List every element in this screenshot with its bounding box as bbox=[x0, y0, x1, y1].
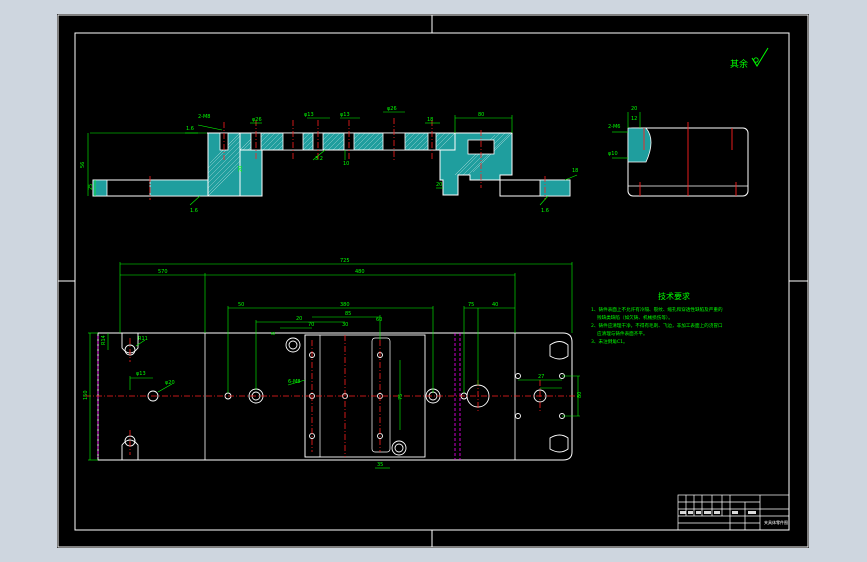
cad-viewport[interactable]: 其余 2-M8 φ26 φ13 φ13 φ26 80 56 18 18 25 2… bbox=[0, 0, 867, 562]
svg-text:570: 570 bbox=[158, 269, 168, 275]
svg-text:6-M8: 6-M8 bbox=[288, 379, 300, 385]
svg-text:3.2: 3.2 bbox=[315, 156, 323, 162]
svg-text:8: 8 bbox=[271, 332, 277, 335]
tech-line-4: 应清理与铸件表面齐平。 bbox=[597, 330, 648, 337]
svg-text:φ20: φ20 bbox=[165, 380, 175, 386]
svg-text:150: 150 bbox=[83, 390, 89, 400]
svg-text:56: 56 bbox=[80, 162, 86, 168]
tech-requirements-title: 技术要求 bbox=[658, 291, 690, 301]
tech-line-5: 3、未注倒角C1。 bbox=[591, 338, 628, 345]
svg-text:12: 12 bbox=[631, 116, 637, 122]
svg-text:70: 70 bbox=[308, 322, 314, 328]
svg-text:1.6: 1.6 bbox=[190, 208, 198, 214]
svg-text:20: 20 bbox=[631, 106, 637, 112]
svg-text:40: 40 bbox=[492, 302, 498, 308]
svg-text:30: 30 bbox=[342, 322, 348, 328]
svg-text:1.6: 1.6 bbox=[541, 208, 549, 214]
svg-text:R14: R14 bbox=[101, 335, 107, 345]
svg-text:φ13: φ13 bbox=[136, 371, 146, 377]
svg-text:85: 85 bbox=[345, 311, 351, 317]
svg-text:18: 18 bbox=[572, 168, 578, 174]
svg-text:25: 25 bbox=[88, 184, 94, 190]
surface-mark-label: 其余 bbox=[730, 58, 748, 70]
svg-text:2-M6: 2-M6 bbox=[608, 124, 620, 130]
svg-text:φ13: φ13 bbox=[340, 112, 350, 118]
title-block-label: 夹具体零件图 bbox=[764, 519, 788, 525]
svg-text:10: 10 bbox=[343, 161, 349, 167]
tech-line-2: 残缺类缺陷（如欠铸、机械损伤等）。 bbox=[597, 314, 673, 321]
svg-text:60: 60 bbox=[376, 317, 382, 323]
svg-text:1.6: 1.6 bbox=[186, 126, 194, 132]
svg-text:725: 725 bbox=[340, 258, 350, 264]
svg-text:φ13: φ13 bbox=[304, 112, 314, 118]
svg-text:φ26: φ26 bbox=[252, 117, 262, 123]
svg-text:2-M8: 2-M8 bbox=[198, 114, 210, 120]
svg-text:20: 20 bbox=[238, 166, 244, 172]
svg-text:R11: R11 bbox=[138, 336, 148, 342]
svg-text:20: 20 bbox=[296, 316, 302, 322]
tech-line-1: 1、铸件表面上不允许有冷隔、裂纹、缩孔和穿透性缺陷及严重的 bbox=[591, 306, 723, 313]
svg-text:18: 18 bbox=[427, 117, 433, 123]
svg-text:380: 380 bbox=[340, 302, 350, 308]
svg-text:75: 75 bbox=[468, 302, 474, 308]
svg-text:35: 35 bbox=[377, 462, 383, 468]
tech-line-3: 2、铸件应清理干净，不得有毛刺、飞边，非加工表面上的浇冒口 bbox=[591, 322, 723, 329]
svg-text:50: 50 bbox=[238, 302, 244, 308]
svg-text:80: 80 bbox=[577, 392, 583, 398]
drawing-background bbox=[57, 14, 809, 548]
svg-text:20: 20 bbox=[436, 182, 442, 188]
svg-text:480: 480 bbox=[355, 269, 365, 275]
svg-text:φ10: φ10 bbox=[608, 151, 618, 157]
svg-text:80: 80 bbox=[478, 112, 484, 118]
svg-text:φ26: φ26 bbox=[387, 106, 397, 112]
svg-text:75: 75 bbox=[398, 394, 404, 400]
side-view-section-detail bbox=[627, 127, 652, 163]
drawing-canvas[interactable]: 其余 2-M8 φ26 φ13 φ13 φ26 80 56 18 18 25 2… bbox=[0, 0, 867, 562]
svg-text:27: 27 bbox=[538, 374, 544, 380]
